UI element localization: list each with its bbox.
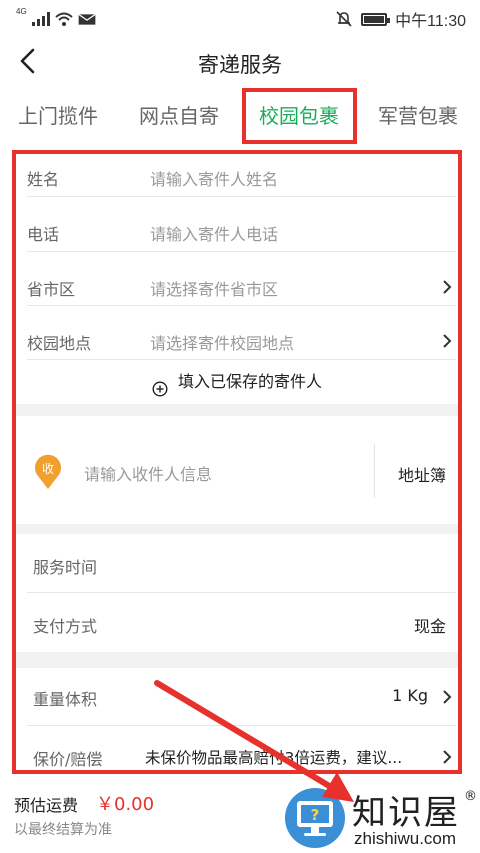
divider [27,305,456,306]
estimated-fee-value: ￥0.00 [96,794,155,815]
wifi-icon [55,12,73,26]
insurance-value: 未保价物品最高赔付3倍运费，建议... [145,749,403,767]
plus-circle-icon [152,381,168,397]
tab-outlet-send[interactable]: 网点自寄 [139,100,219,129]
chevron-right-icon [443,280,452,294]
chevron-right-icon [443,690,452,704]
weight-volume-row[interactable]: 重量体积 1 Kg [12,670,462,724]
sender-campus-label: 校园地点 [27,334,92,353]
battery-icon [361,12,391,26]
service-time-row[interactable]: 服务时间 [12,538,462,592]
fill-saved-sender-label: 填入已保存的寄件人 [177,372,322,391]
divider [27,592,456,593]
payment-method-label: 支付方式 [33,617,98,636]
watermark-url: zhishiwu.com [354,829,457,848]
sender-phone-label: 电话 [27,225,60,244]
receiver-badge-icon: 收 [35,454,61,489]
divider [27,196,456,197]
nav-header: 寄递服务 [0,34,480,90]
receiver-info-input[interactable]: 请输入收件人信息 [84,461,212,485]
signal-icon [31,12,50,26]
sender-region-label: 省市区 [27,280,76,299]
sender-campus-select[interactable]: 请选择寄件校园地点 [150,330,294,354]
network-type: 4G [16,7,27,16]
chevron-right-icon [443,334,452,348]
mute-bell-icon [336,11,352,27]
sender-name-input[interactable]: 请输入寄件人姓名 [150,166,278,190]
clock: 中午11:30 [395,13,466,30]
watermark-logo: ? 知识屋 ® zhishiwu.com [284,783,480,853]
divider [374,444,375,498]
fill-saved-sender-button[interactable]: 填入已保存的寄件人 [12,360,462,404]
watermark-text: 知识屋 [352,793,460,833]
sender-region-select[interactable]: 请选择寄件省市区 [150,276,278,300]
insurance-row[interactable]: 保价/赔偿 未保价物品最高赔付3倍运费，建议... [12,730,462,774]
tab-bar: 上门揽件 网点自寄 校园包裹 军营包裹 [0,90,480,142]
sender-section: 姓名 请输入寄件人姓名 电话 请输入寄件人电话 省市区 请选择寄件省市区 校园地… [12,150,462,404]
app-screen: 4G 中午11:30 寄递服务 上门揽件 网点自寄 校园包裹 军营包裹 姓名 请… [0,0,480,853]
address-book-button[interactable]: 地址簿 [398,462,446,486]
service-section: 服务时间 支付方式 现金 [12,534,462,652]
receiver-section: 收 请输入收件人信息 地址簿 [12,416,462,524]
weight-volume-value: 1 Kg [392,686,428,705]
fee-note: 以最终结算为准 [14,822,112,838]
service-time-label: 服务时间 [33,558,98,577]
tab-highlight-box [242,88,357,144]
page-title: 寄递服务 [198,53,282,77]
chevron-right-icon [443,750,452,764]
package-section: 重量体积 1 Kg 保价/赔偿 未保价物品最高赔付3倍运费，建议... [12,668,462,774]
registered-mark: ® [464,789,477,804]
status-bar: 4G 中午11:30 [0,0,480,34]
payment-method-row[interactable]: 支付方式 现金 [12,597,462,651]
svg-text:收: 收 [42,462,54,476]
tab-military-package[interactable]: 军营包裹 [378,100,458,129]
weight-volume-label: 重量体积 [33,690,98,709]
question-monitor-icon: ? [285,788,345,848]
payment-method-value: 现金 [413,617,446,636]
mail-icon [77,13,96,25]
divider [27,251,456,252]
sender-phone-input[interactable]: 请输入寄件人电话 [150,221,278,245]
shipping-form: 姓名 请输入寄件人姓名 电话 请输入寄件人电话 省市区 请选择寄件省市区 校园地… [12,150,462,774]
svg-text:?: ? [311,806,320,824]
tab-door-pickup[interactable]: 上门揽件 [18,100,98,129]
estimated-fee-label: 预估运费 [14,796,79,815]
insurance-label: 保价/赔偿 [33,750,103,769]
sender-name-label: 姓名 [27,170,60,189]
divider [27,725,456,726]
